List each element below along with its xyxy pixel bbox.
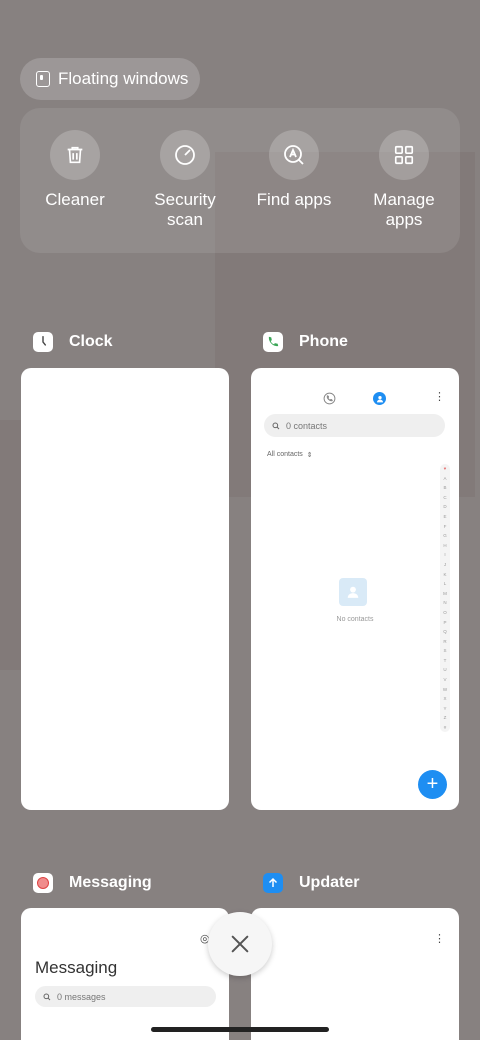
cleaner-button[interactable]: Cleaner (20, 130, 130, 210)
floating-windows-label: Floating windows (58, 69, 189, 88)
app-name: Phone (299, 333, 348, 350)
background-app-ghost (0, 420, 22, 670)
home-indicator[interactable] (151, 1027, 329, 1032)
messaging-app-icon (33, 873, 53, 893)
add-contact-button[interactable]: + (418, 770, 447, 799)
empty-state-text: No contacts (336, 616, 374, 623)
security-scan-label: Security scan (154, 190, 216, 229)
app-name: Updater (299, 874, 360, 891)
app-name: Clock (69, 333, 113, 350)
alphabet-letter[interactable]: M (440, 589, 450, 599)
messaging-app-card[interactable]: ◎ Messaging 0 messages (21, 908, 229, 1040)
alphabet-letter[interactable]: G (440, 531, 450, 541)
cleaner-label: Cleaner (45, 190, 105, 209)
alphabet-letter[interactable]: Y (440, 704, 450, 714)
alphabet-letter[interactable]: K (440, 570, 450, 580)
find-apps-icon (269, 130, 319, 180)
floating-window-icon (36, 71, 50, 87)
alphabet-letter[interactable]: Q (440, 627, 450, 637)
alphabet-letter[interactable]: R (440, 637, 450, 647)
search-icon (272, 422, 280, 429)
app-header-messaging[interactable]: Messaging (33, 873, 152, 893)
alphabet-letter[interactable]: W (440, 685, 450, 695)
more-icon[interactable]: ⋮ (434, 932, 445, 945)
alphabet-index[interactable]: ♥ A B C D E F G H I J K L M N O P Q R S T U V W X Y Z # (440, 464, 450, 732)
more-icon[interactable]: ⋮ (434, 390, 445, 404)
contact-placeholder-icon (339, 578, 367, 606)
quick-tools-panel: Cleaner Security scan Find apps Manage a… (20, 108, 460, 253)
sort-arrows-icon: ⇕ (306, 452, 313, 459)
search-placeholder: 0 messages (57, 991, 106, 1002)
close-icon (231, 935, 249, 953)
clock-app-card[interactable] (21, 368, 229, 810)
alphabet-letter[interactable]: I (440, 550, 450, 560)
phone-app-icon (263, 332, 283, 352)
manage-apps-button[interactable]: Manage apps (349, 130, 459, 230)
search-placeholder: 0 contacts (286, 420, 328, 431)
alphabet-letter[interactable]: N (440, 598, 450, 608)
updater-app-card[interactable]: ⋮ (251, 908, 459, 1040)
alphabet-letter[interactable]: E (440, 512, 450, 522)
alphabet-letter[interactable]: Z (440, 713, 450, 723)
security-scan-button[interactable]: Security scan (130, 130, 240, 230)
alphabet-letter[interactable]: U (440, 665, 450, 675)
clock-app-icon (33, 332, 53, 352)
find-apps-button[interactable]: Find apps (239, 130, 349, 210)
phone-search-field[interactable]: 0 contacts (264, 414, 445, 437)
alphabet-letter[interactable]: J (440, 560, 450, 570)
phone-tabs: ⋮ (251, 390, 459, 406)
app-header-phone[interactable]: Phone (263, 332, 348, 352)
grid-icon (379, 130, 429, 180)
filter-label: All contacts (267, 451, 303, 458)
messaging-title: Messaging (35, 958, 118, 977)
find-apps-label: Find apps (256, 190, 332, 209)
updater-app-icon (263, 873, 283, 893)
alphabet-letter[interactable]: H (440, 541, 450, 551)
messaging-search-field[interactable]: 0 messages (35, 986, 216, 1007)
alphabet-letter[interactable]: B (440, 483, 450, 493)
alphabet-letter[interactable]: # (440, 723, 450, 733)
alphabet-letter[interactable]: D (440, 502, 450, 512)
phone-app-card[interactable]: ⋮ 0 contacts All contacts ⇕ ♥ A B C D E F G H I J K… (251, 368, 459, 810)
alphabet-letter[interactable]: S (440, 646, 450, 656)
clear-all-button[interactable] (208, 912, 272, 976)
alphabet-letter[interactable]: X (440, 694, 450, 704)
trash-icon (50, 130, 100, 180)
call-log-tab-icon[interactable] (323, 392, 336, 410)
app-header-updater[interactable]: Updater (263, 873, 359, 893)
alphabet-letter[interactable]: ♥ (440, 464, 450, 474)
manage-apps-label: Manage apps (373, 190, 435, 229)
contacts-filter[interactable]: All contacts ⇕ (267, 451, 313, 459)
search-icon (43, 993, 51, 1000)
contacts-tab-icon[interactable] (373, 392, 386, 405)
app-header-clock[interactable]: Clock (33, 332, 113, 352)
floating-windows-button[interactable]: Floating windows (20, 58, 200, 100)
app-name: Messaging (69, 874, 152, 891)
alphabet-letter[interactable]: C (440, 493, 450, 503)
alphabet-letter[interactable]: A (440, 474, 450, 484)
security-icon (160, 130, 210, 180)
alphabet-letter[interactable]: V (440, 675, 450, 685)
alphabet-letter[interactable]: F (440, 522, 450, 532)
alphabet-letter[interactable]: L (440, 579, 450, 589)
alphabet-letter[interactable]: T (440, 656, 450, 666)
